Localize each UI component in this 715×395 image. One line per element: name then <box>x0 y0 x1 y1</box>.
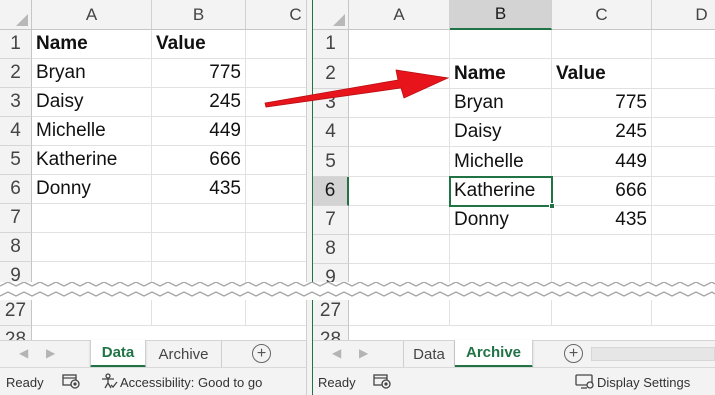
comparison-screenshot: A B C 1 2 3 4 5 6 7 8 9 27 28 Name Value… <box>0 0 715 395</box>
red-arrow-annotation <box>264 69 450 108</box>
